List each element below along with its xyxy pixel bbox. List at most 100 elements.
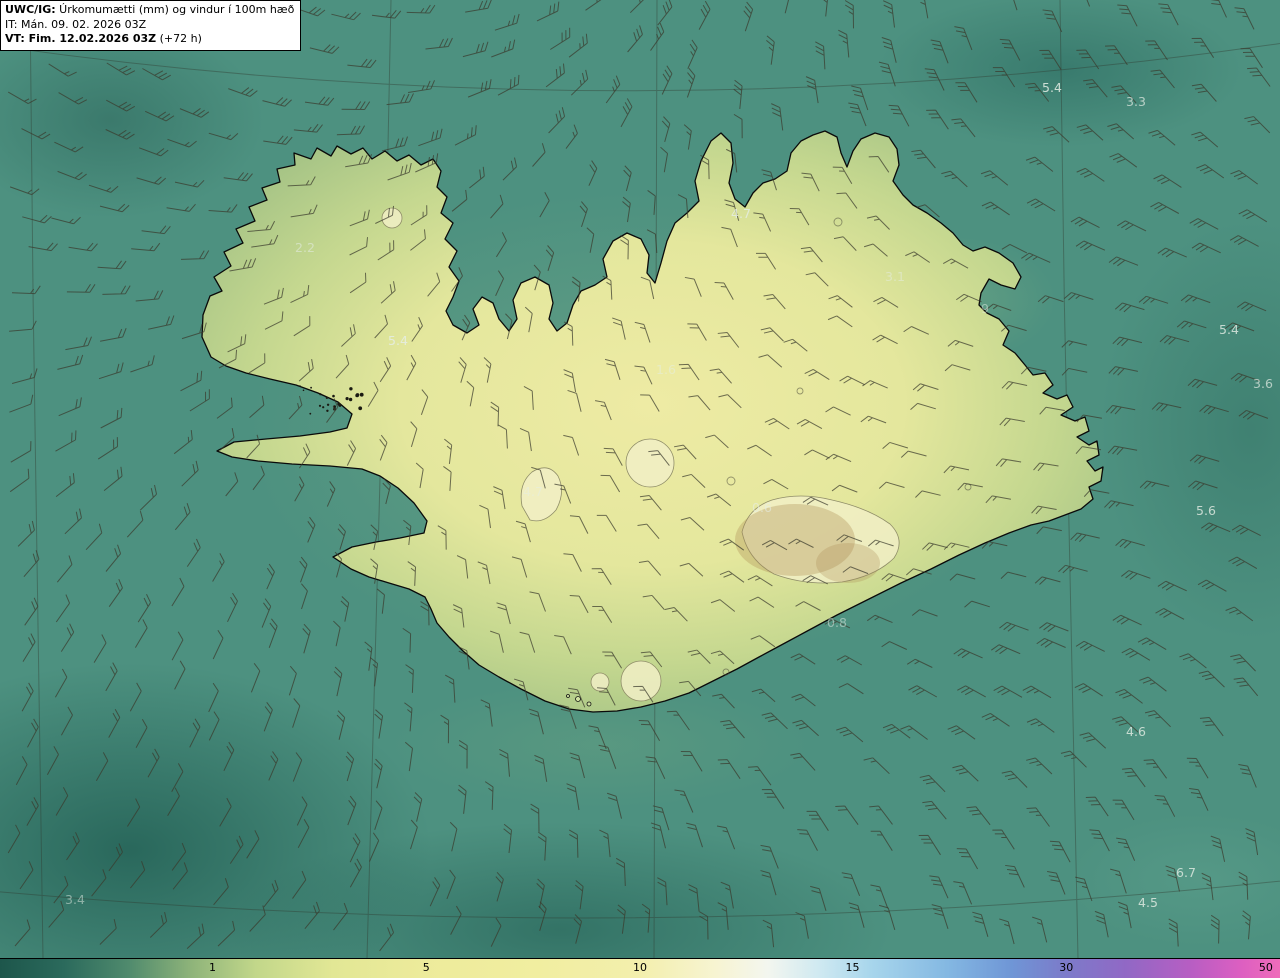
wind-barb xyxy=(301,583,308,610)
wind-barb xyxy=(381,136,408,152)
wind-barb xyxy=(462,41,489,58)
wind-barb xyxy=(331,11,361,21)
wind-barb xyxy=(680,750,703,772)
wind-barb xyxy=(402,627,412,653)
wind-barb xyxy=(1112,614,1142,626)
wind-barb xyxy=(1109,153,1138,168)
wind-barb xyxy=(848,102,867,127)
wind-barb xyxy=(1094,910,1109,938)
wind-barb xyxy=(263,135,293,145)
wind-barb xyxy=(1151,402,1182,412)
model-title-text: Úrkomumætti (mm) og vindur í 100m hæð xyxy=(55,3,295,16)
wind-barb xyxy=(347,58,377,68)
wind-barb xyxy=(585,0,605,11)
wind-barb xyxy=(617,904,626,934)
wind-barb xyxy=(641,903,651,933)
wind-barb xyxy=(297,819,310,849)
wind-barb xyxy=(336,710,346,740)
wind-barb xyxy=(1115,688,1143,704)
wind-barb xyxy=(189,389,210,412)
wind-barb xyxy=(1199,404,1229,415)
wind-barb xyxy=(51,216,81,225)
wind-barb xyxy=(657,877,668,906)
wind-barb xyxy=(130,355,155,373)
wind-barb xyxy=(340,596,350,622)
wind-barb xyxy=(819,0,829,17)
wind-barb xyxy=(660,146,669,173)
wind-barb xyxy=(570,69,589,96)
wind-barb xyxy=(838,29,850,58)
wind-barb xyxy=(102,285,131,295)
value-label: 3.1 xyxy=(885,269,905,284)
wind-barb xyxy=(250,663,261,693)
wind-barb xyxy=(1074,683,1103,697)
wind-barb xyxy=(1233,677,1259,697)
wind-barb xyxy=(1238,409,1269,420)
wind-barb xyxy=(534,754,548,782)
wind-barb xyxy=(134,619,148,648)
wind-barb xyxy=(288,395,303,420)
wind-barb xyxy=(54,668,68,698)
wind-barb xyxy=(716,825,736,850)
wind-barb xyxy=(223,172,253,182)
wind-barb xyxy=(1076,49,1100,70)
wind-barb xyxy=(1058,564,1088,574)
wind-barb xyxy=(97,260,127,270)
wind-barb xyxy=(623,165,632,192)
wind-barb xyxy=(11,285,41,295)
wind-barb xyxy=(174,503,191,531)
wind-barb xyxy=(1049,840,1071,863)
wind-barb xyxy=(55,787,69,816)
wind-barb xyxy=(568,33,588,58)
wind-barb xyxy=(97,437,118,460)
wind-barb xyxy=(174,660,186,690)
wind-barb xyxy=(536,878,545,909)
wind-barb xyxy=(55,594,71,623)
wind-barb xyxy=(208,711,220,741)
wind-barb xyxy=(1075,240,1106,251)
wind-barb xyxy=(1034,576,1061,585)
wind-barb xyxy=(1242,910,1251,940)
wind-barb xyxy=(953,648,983,659)
wind-barb xyxy=(999,38,1021,61)
wind-barb xyxy=(1186,757,1209,779)
wind-barb xyxy=(1005,864,1025,888)
wind-barb xyxy=(841,872,861,896)
wind-barb xyxy=(167,787,180,817)
wind-barb xyxy=(1157,580,1187,592)
model-title-line: UWC/IG: Úrkomumætti (mm) og vindur í 100… xyxy=(5,3,294,18)
wind-barb xyxy=(171,631,184,661)
wind-barb xyxy=(9,320,37,332)
wind-barb xyxy=(1197,579,1227,592)
wind-barb xyxy=(638,719,661,742)
wind-barb xyxy=(1104,500,1134,509)
wind-barb xyxy=(879,904,896,931)
wind-barb xyxy=(999,621,1029,632)
wind-barb xyxy=(1191,242,1221,254)
wind-barb xyxy=(149,912,168,938)
wind-barb xyxy=(1108,256,1139,267)
wind-barb xyxy=(957,685,986,698)
wind-barb xyxy=(548,107,566,134)
wind-barb xyxy=(1159,335,1190,345)
wind-barb xyxy=(326,481,336,507)
wind-barb xyxy=(797,829,818,851)
wind-barb xyxy=(1000,571,1027,579)
wind-barb xyxy=(806,810,829,831)
wind-barb xyxy=(208,204,238,213)
wind-barb xyxy=(88,184,119,193)
wind-barb xyxy=(911,149,936,169)
wind-barb xyxy=(491,39,516,58)
wind-barb xyxy=(208,132,239,141)
wind-barb xyxy=(85,523,103,551)
wind-barb xyxy=(605,75,621,104)
wind-barb xyxy=(999,918,1015,945)
wind-barb xyxy=(7,91,37,104)
wind-barb xyxy=(1210,835,1226,862)
wind-barb xyxy=(881,641,908,650)
wind-barb xyxy=(103,466,123,491)
wind-barb xyxy=(26,797,39,826)
wind-barb xyxy=(550,27,571,50)
wind-barb xyxy=(263,701,273,732)
wind-barb xyxy=(499,748,510,777)
